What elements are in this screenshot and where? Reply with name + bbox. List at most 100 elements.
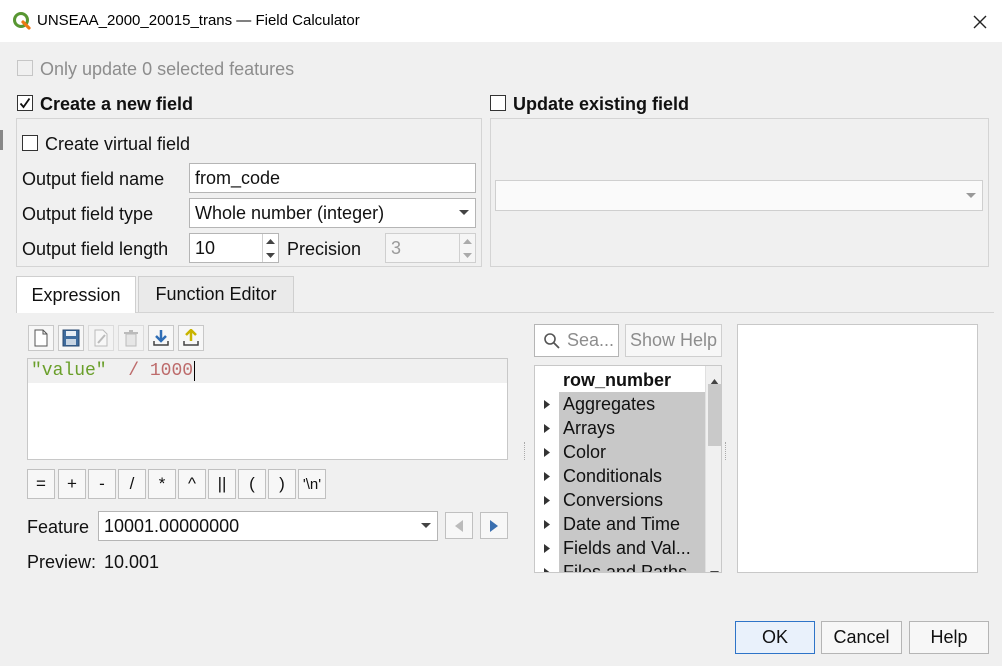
spin-down-icon[interactable] xyxy=(263,248,278,262)
operator-plus-button[interactable]: + xyxy=(58,469,86,499)
expression-line: "value" / 1000 xyxy=(28,359,507,383)
function-group-item[interactable]: Aggregates xyxy=(535,392,705,416)
operator-equals-button[interactable]: = xyxy=(27,469,55,499)
edit-icon xyxy=(94,329,108,347)
expression-operator-token: / xyxy=(128,361,140,381)
function-item[interactable]: row_number xyxy=(535,368,705,392)
function-item-label: Files and Paths xyxy=(559,560,705,572)
save-expression-button[interactable] xyxy=(58,325,84,351)
function-group-item[interactable]: Fields and Val... xyxy=(535,536,705,560)
chevron-down-icon xyxy=(459,210,469,215)
operator-multiply-button[interactable]: * xyxy=(148,469,176,499)
function-group-item[interactable]: Arrays xyxy=(535,416,705,440)
function-item-label: Color xyxy=(559,440,705,464)
export-icon xyxy=(183,329,199,346)
only-update-selected-checkbox[interactable] xyxy=(17,60,33,76)
operator-open-paren-button[interactable]: ( xyxy=(238,469,266,499)
splitter-handle[interactable] xyxy=(725,442,728,460)
function-group-item[interactable]: Conversions xyxy=(535,488,705,512)
expand-arrow-icon[interactable] xyxy=(535,399,559,409)
operator-close-paren-button[interactable]: ) xyxy=(268,469,296,499)
tab-function-editor-label: Function Editor xyxy=(155,284,277,304)
feature-select[interactable]: 10001.00000000 xyxy=(98,511,438,541)
next-arrow-icon xyxy=(490,519,498,532)
tab-function-editor[interactable]: Function Editor xyxy=(138,276,294,312)
cancel-button[interactable]: Cancel xyxy=(821,621,902,654)
tab-expression[interactable]: Expression xyxy=(16,276,136,313)
function-item-label: Conversions xyxy=(559,488,705,512)
function-group-item[interactable]: Date and Time xyxy=(535,512,705,536)
checkmark-icon xyxy=(19,97,31,109)
operator-divide-button[interactable]: / xyxy=(118,469,146,499)
operator-label: ( xyxy=(249,474,255,493)
ok-label: OK xyxy=(761,627,788,647)
function-item-label: row_number xyxy=(563,369,672,390)
output-field-name-value: from_code xyxy=(195,167,281,188)
operator-label: || xyxy=(217,474,227,493)
function-help-panel xyxy=(737,324,978,573)
update-existing-field-label: Update existing field xyxy=(513,94,690,114)
expand-arrow-icon[interactable] xyxy=(535,519,559,529)
create-virtual-field-label: Create virtual field xyxy=(45,134,191,154)
function-group-item[interactable]: Conditionals xyxy=(535,464,705,488)
expand-arrow-icon[interactable] xyxy=(535,447,559,457)
function-search-input[interactable]: Sea... xyxy=(534,324,619,357)
function-item-label: Conditionals xyxy=(559,464,705,488)
splitter-handle[interactable] xyxy=(524,442,527,460)
spin-up-icon[interactable] xyxy=(263,234,278,248)
output-field-name-input[interactable]: from_code xyxy=(189,163,476,193)
close-button[interactable] xyxy=(966,10,994,34)
output-field-type-select[interactable]: Whole number (integer) xyxy=(189,198,476,228)
import-icon xyxy=(153,330,169,346)
operator-minus-button[interactable]: - xyxy=(88,469,116,499)
create-new-field-checkbox[interactable] xyxy=(17,95,33,111)
qgis-logo-icon xyxy=(12,11,32,31)
close-icon xyxy=(973,15,987,29)
operator-label: = xyxy=(36,474,46,493)
operator-power-button[interactable]: ^ xyxy=(178,469,206,499)
function-group-item[interactable]: Color xyxy=(535,440,705,464)
function-item-label: Arrays xyxy=(559,416,705,440)
operator-concat-button[interactable]: || xyxy=(208,469,236,499)
precision-spinbox[interactable]: 3 xyxy=(385,233,476,263)
import-expressions-button[interactable] xyxy=(148,325,174,351)
function-group-item[interactable]: Files and Paths xyxy=(535,560,705,572)
scroll-thumb[interactable] xyxy=(708,384,721,446)
export-expressions-button[interactable] xyxy=(178,325,204,351)
spin-down-icon[interactable] xyxy=(460,248,475,262)
operator-newline-button[interactable]: '\n' xyxy=(298,469,326,499)
expand-arrow-icon[interactable] xyxy=(535,423,559,433)
new-expression-button[interactable] xyxy=(28,325,54,351)
expand-arrow-icon[interactable] xyxy=(535,471,559,481)
expand-arrow-icon[interactable] xyxy=(535,543,559,553)
edit-expression-button[interactable] xyxy=(88,325,114,351)
help-button[interactable]: Help xyxy=(909,621,989,654)
update-existing-field-checkbox[interactable] xyxy=(490,95,506,111)
expression-editor[interactable]: "value" / 1000 xyxy=(27,358,508,460)
scroll-down-icon[interactable] xyxy=(710,561,719,572)
text-caret xyxy=(194,361,196,381)
operator-label: + xyxy=(67,474,77,493)
save-icon xyxy=(62,329,80,347)
output-field-length-spinbox[interactable]: 10 xyxy=(189,233,279,263)
output-field-type-value: Whole number (integer) xyxy=(195,202,385,223)
previous-feature-button[interactable] xyxy=(445,512,473,539)
window-edge-marker xyxy=(0,130,3,150)
tree-scrollbar[interactable] xyxy=(705,366,721,572)
spin-up-icon[interactable] xyxy=(460,234,475,248)
create-virtual-field-checkbox[interactable] xyxy=(22,135,38,151)
next-feature-button[interactable] xyxy=(480,512,508,539)
expand-arrow-icon[interactable] xyxy=(535,567,559,572)
operator-label: * xyxy=(158,474,166,493)
cancel-label: Cancel xyxy=(833,627,890,647)
expression-number-token: 1000 xyxy=(149,361,194,381)
function-tree[interactable]: row_number Aggregates Arrays Color Condition… xyxy=(534,365,722,573)
delete-expression-button[interactable] xyxy=(118,325,144,351)
ok-button[interactable]: OK xyxy=(735,621,815,654)
previous-arrow-icon xyxy=(455,519,463,532)
function-item-label: Date and Time xyxy=(559,512,705,536)
create-new-field-label: Create a new field xyxy=(40,94,194,114)
show-help-button[interactable]: Show Help xyxy=(625,324,722,357)
expand-arrow-icon[interactable] xyxy=(535,495,559,505)
existing-field-select[interactable] xyxy=(495,180,983,211)
